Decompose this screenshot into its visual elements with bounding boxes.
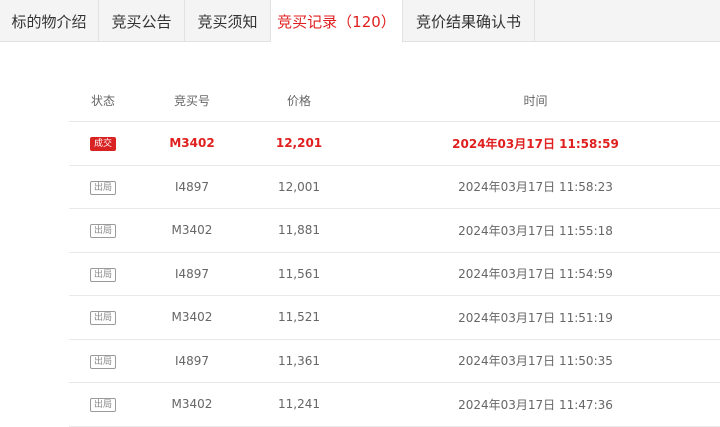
status-badge-out: 出局 <box>89 180 116 195</box>
header-price: 价格 <box>286 94 311 108</box>
status-cell: 成交 <box>69 135 137 152</box>
bid-time: 2024年03月17日 11:55:18 <box>458 223 613 238</box>
tab-item-intro[interactable]: 标的物介绍 <box>0 0 99 42</box>
table-row: 成交 M3402 12,201 2024年03月17日 11:58:59 <box>69 122 720 166</box>
header-time: 时间 <box>523 94 548 108</box>
status-badge-out: 出局 <box>89 354 116 369</box>
bid-number: M3402 <box>171 223 213 238</box>
bid-price: 11,361 <box>278 353 320 368</box>
table-row: 出局 I4897 12,001 2024年03月17日 11:58:23 <box>69 166 720 209</box>
bid-number: I4897 <box>174 266 210 281</box>
tab-bidding-notice[interactable]: 竞买须知 <box>185 0 271 42</box>
bid-number: M3402 <box>171 310 213 325</box>
bid-time: 2024年03月17日 11:51:19 <box>458 310 613 325</box>
status-cell: 出局 <box>69 353 137 369</box>
table-header: 状态 竞买号 价格 时间 <box>69 80 720 122</box>
status-badge-out: 出局 <box>89 398 116 413</box>
bid-price: 11,521 <box>278 310 320 325</box>
bid-records-table: 状态 竞买号 价格 时间 成交 M3402 12,201 2024年03月17日… <box>69 80 720 427</box>
tab-result-confirmation[interactable]: 竞价结果确认书 <box>403 0 535 42</box>
status-cell: 出局 <box>69 309 137 326</box>
bid-time: 2024年03月17日 11:50:35 <box>458 354 613 369</box>
table-row: 出局 I4897 11,561 2024年03月17日 11:54:59 <box>69 253 720 296</box>
bid-price: 12,001 <box>278 179 320 194</box>
status-badge-out: 出局 <box>89 267 116 282</box>
bid-time: 2024年03月17日 11:58:59 <box>452 136 619 151</box>
table-row: 出局 I4897 11,361 2024年03月17日 11:50:35 <box>69 340 720 383</box>
status-cell: 出局 <box>69 222 137 239</box>
status-cell: 出局 <box>69 179 137 195</box>
bid-number: I4897 <box>174 353 210 368</box>
bid-number: I4897 <box>174 179 210 194</box>
bid-price: 11,561 <box>278 266 320 281</box>
status-cell: 出局 <box>69 266 137 282</box>
header-status: 状态 <box>90 94 115 108</box>
tab-bar: 标的物介绍 竞买公告 竞买须知 竞买记录（120） 竞价结果确认书 <box>0 0 720 43</box>
tab-auction-announcement[interactable]: 竞买公告 <box>99 0 185 42</box>
table-row: 出局 M3402 11,521 2024年03月17日 11:51:19 <box>69 296 720 340</box>
bid-time: 2024年03月17日 11:47:36 <box>458 397 613 412</box>
status-badge-out: 出局 <box>89 311 116 326</box>
bid-time: 2024年03月17日 11:54:59 <box>458 267 613 282</box>
bid-price: 12,201 <box>275 136 323 151</box>
bid-number: M3402 <box>171 397 213 412</box>
table-row: 出局 M3402 11,881 2024年03月17日 11:55:18 <box>69 209 720 253</box>
status-badge-deal: 成交 <box>89 137 116 152</box>
bid-price: 11,881 <box>278 223 320 238</box>
table-row: 出局 M3402 11,241 2024年03月17日 11:47:36 <box>69 383 720 427</box>
header-bid-number: 竞买号 <box>173 94 210 108</box>
status-cell: 出局 <box>69 396 137 413</box>
tab-bid-records[interactable]: 竞买记录（120） <box>271 0 403 43</box>
bid-price: 11,241 <box>278 397 320 412</box>
bid-number: M3402 <box>169 136 215 151</box>
bid-time: 2024年03月17日 11:58:23 <box>458 180 613 195</box>
status-badge-out: 出局 <box>89 224 116 239</box>
